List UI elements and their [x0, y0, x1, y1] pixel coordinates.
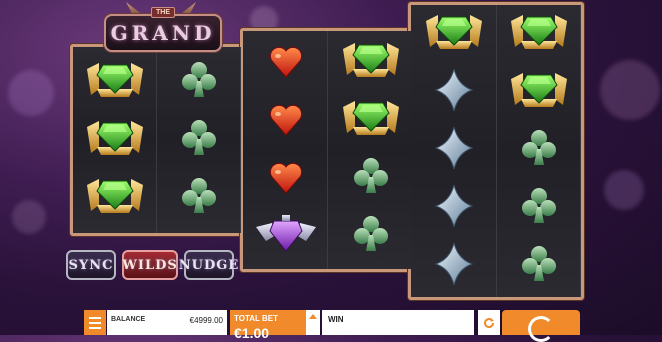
reel-1 [73, 47, 157, 233]
reel-4 [328, 31, 413, 269]
reel-5 [411, 5, 497, 297]
autoplay-button[interactable] [478, 310, 500, 335]
background-bokeh [12, 200, 46, 234]
heart-symbol [254, 93, 318, 143]
spin-button[interactable] [502, 310, 580, 342]
balance-label: BALANCE [111, 316, 146, 323]
balance-panel: BALANCE €4999.00 [107, 310, 227, 335]
feature-nudge-badge: NUDGE [179, 250, 238, 280]
amethyst-badge-symbol [254, 209, 318, 259]
emerald-badge-symbol [339, 35, 403, 85]
reel-3 [243, 31, 328, 269]
club-symbol [167, 55, 231, 105]
balance-value: €4999.00 [189, 316, 223, 325]
background-bokeh [600, 60, 660, 120]
diamond-symbol [422, 65, 486, 115]
emerald-badge-symbol [339, 93, 403, 143]
club-symbol [507, 123, 571, 173]
reel-6 [497, 5, 581, 297]
win-panel: WIN [322, 310, 474, 335]
hamburger-icon [89, 326, 101, 329]
diamond-symbol [422, 123, 486, 173]
spin-icon [528, 316, 554, 342]
emerald-badge-symbol [83, 55, 147, 105]
menu-button[interactable] [84, 310, 106, 335]
game-logo: THE GRAND [104, 7, 222, 52]
feature-sync-badge: SYNC [66, 250, 116, 280]
emerald-badge-symbol [507, 7, 571, 57]
total-bet-value: €1.00 [234, 325, 270, 341]
hamburger-icon [89, 321, 101, 324]
total-bet-label: TOTAL BET [234, 314, 278, 323]
emerald-badge-symbol [83, 171, 147, 221]
club-symbol [339, 151, 403, 201]
diamond-symbol [422, 239, 486, 289]
reel-2 [157, 47, 241, 233]
hamburger-icon [89, 316, 101, 319]
club-symbol [507, 181, 571, 231]
emerald-badge-symbol [507, 65, 571, 115]
refresh-icon [484, 317, 495, 328]
heart-symbol [254, 151, 318, 201]
background-bokeh [8, 70, 54, 116]
arrow-up-icon [309, 314, 317, 319]
emerald-badge-symbol [83, 113, 147, 163]
total-bet-panel[interactable]: TOTAL BET €1.00 [230, 310, 306, 341]
logo-small-text: THE [151, 7, 175, 18]
diamond-symbol [422, 181, 486, 231]
heart-symbol [254, 35, 318, 85]
club-symbol [507, 239, 571, 289]
club-symbol [339, 209, 403, 259]
club-symbol [167, 171, 231, 221]
background-bokeh [604, 170, 644, 210]
club-symbol [167, 113, 231, 163]
logo-main-text: GRAND [110, 21, 216, 45]
bet-increase-button[interactable] [306, 310, 320, 335]
emerald-badge-symbol [422, 7, 486, 57]
feature-wilds-badge: WILDS [122, 250, 178, 280]
win-label: WIN [328, 315, 344, 324]
